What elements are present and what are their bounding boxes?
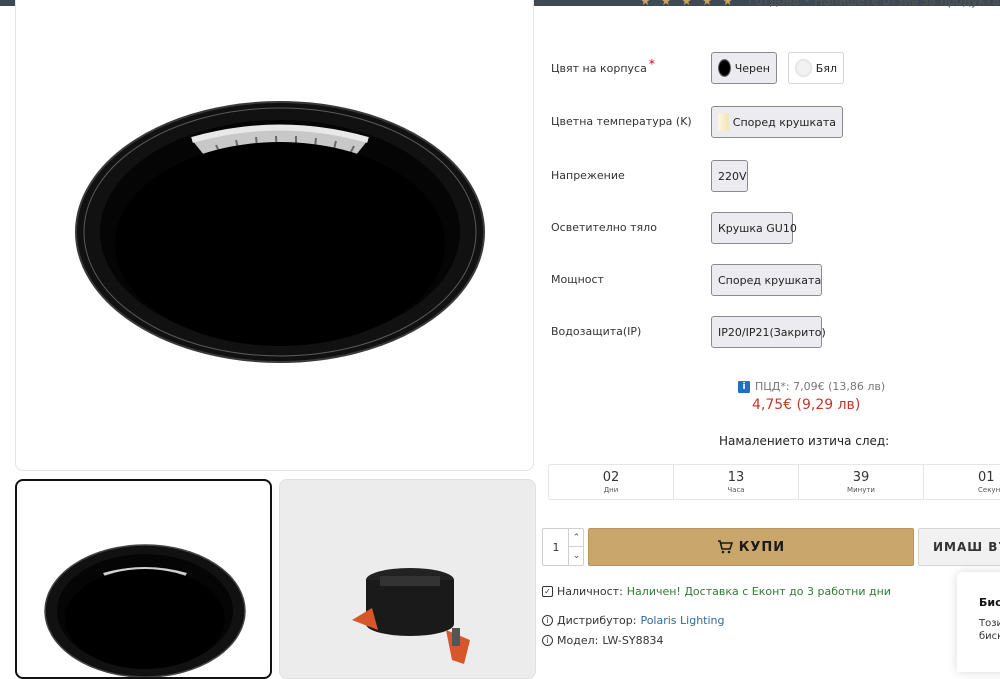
question-button[interactable]: ИМАШ ВЪПРОС?	[918, 528, 1000, 566]
info-circle-icon: i	[542, 615, 553, 626]
thumbnail-2[interactable]	[279, 479, 536, 679]
quantity-decrease-icon[interactable]: ⌄	[568, 547, 584, 565]
ip-label: Водозащита(IP)	[551, 325, 642, 338]
ip-choice[interactable]: IP20/IP21(Закрито)	[711, 316, 826, 348]
thumbnail-1[interactable]	[15, 479, 272, 679]
rating-text[interactable]: Готдова • Напишете отзив за продукта	[748, 0, 1000, 8]
countdown-days: 02 Дни	[549, 465, 674, 499]
required-mark: *	[648, 57, 655, 71]
main-product-image[interactable]	[15, 0, 534, 471]
check-icon: ✓	[542, 586, 553, 597]
countdown-timer: 02 Дни 13 Часа 39 Минути 01 Секунди	[548, 464, 1000, 500]
model-value: LW-SY8834	[602, 634, 664, 647]
rating-line: ★ ★ ★ ★ ★ Готдова • Напишете отзив за пр…	[640, 0, 1000, 10]
color-temp-choice[interactable]: Според крушката	[711, 106, 843, 138]
rating-stars-icon[interactable]: ★ ★ ★ ★ ★	[640, 0, 736, 8]
countdown-hours: 13 Часа	[674, 465, 799, 499]
countdown-minutes: 39 Минути	[799, 465, 924, 499]
downlight-black-image	[75, 101, 485, 363]
info-icon[interactable]: i	[738, 380, 750, 393]
warm-light-swatch-icon	[718, 113, 729, 131]
current-price: 4,75€ (9,29 лв)	[752, 397, 861, 413]
color-option-label: Цвят на корпуса *	[551, 57, 655, 75]
color-choice-white[interactable]: Бял	[788, 52, 844, 84]
model-label: Модел:	[557, 634, 599, 647]
countdown-seconds-value: 01	[978, 470, 995, 485]
availability-label: Наличност:	[557, 585, 623, 598]
color-option-label-text: Цвят на корпуса	[551, 62, 647, 75]
color-choice-white-label: Бял	[815, 61, 837, 75]
countdown-minutes-value: 39	[852, 470, 870, 485]
availability-value: Наличен! Доставка с Еконт до 3 работни д…	[626, 585, 891, 598]
color-temp-choice-label: Според крушката	[732, 115, 836, 129]
cart-icon	[717, 540, 733, 554]
quantity-stepper[interactable]: 1 ⌃ ⌄	[542, 528, 584, 566]
light-body-choice[interactable]: Крушка GU10	[711, 212, 797, 244]
quantity-increase-icon[interactable]: ⌃	[568, 529, 584, 547]
model-line: i Модел: LW-SY8834	[542, 634, 664, 647]
buy-button[interactable]: КУПИ	[588, 528, 914, 566]
info-circle-icon: i	[542, 635, 553, 646]
distributor-line: i Дистрибутор: Polaris Lighting	[542, 614, 725, 627]
countdown-title: Намалението изтича след:	[719, 434, 890, 448]
color-choice-black[interactable]: Черен	[711, 52, 777, 84]
reference-price-text: ПЦД*: 7,09€ (13,86 лв)	[755, 380, 886, 393]
countdown-hours-value: 13	[727, 470, 745, 485]
cookie-popup-title: Бисквитки	[979, 596, 1000, 609]
distributor-label: Дистрибутор:	[557, 614, 637, 627]
light-body-label: Осветително тяло	[551, 221, 657, 234]
voltage-label: Напрежение	[551, 169, 625, 182]
downlight-thumb-image	[44, 544, 246, 677]
reference-price: i ПЦД*: 7,09€ (13,86 лв)	[738, 380, 885, 393]
buy-button-label: КУПИ	[738, 539, 786, 555]
cookie-popup-text: Този сайт бисквитки	[979, 618, 1000, 642]
power-label: Мощност	[551, 273, 604, 286]
color-choice-black-label: Черен	[734, 61, 770, 75]
white-swatch-icon	[795, 59, 812, 77]
countdown-hours-unit: Часа	[727, 486, 745, 494]
countdown-days-unit: Дни	[603, 486, 619, 494]
countdown-days-value: 02	[602, 470, 620, 485]
quantity-input[interactable]: 1	[543, 529, 569, 565]
countdown-seconds-unit: Секунди	[978, 486, 1000, 494]
cookie-popup[interactable]: Бисквитки Този сайт бисквитки	[957, 572, 1000, 672]
power-choice[interactable]: Според крушката	[711, 264, 822, 296]
distributor-link[interactable]: Polaris Lighting	[640, 614, 724, 627]
countdown-minutes-unit: Минути	[847, 486, 875, 494]
downlight-side-thumb-image	[280, 480, 535, 678]
voltage-choice[interactable]: 220V	[711, 160, 748, 192]
color-temp-label: Цветна температура (K)	[551, 115, 692, 128]
availability-line: ✓ Наличност: Наличен! Доставка с Еконт д…	[542, 585, 891, 598]
black-swatch-icon	[718, 59, 731, 77]
countdown-seconds: 01 Секунди	[924, 465, 1000, 499]
